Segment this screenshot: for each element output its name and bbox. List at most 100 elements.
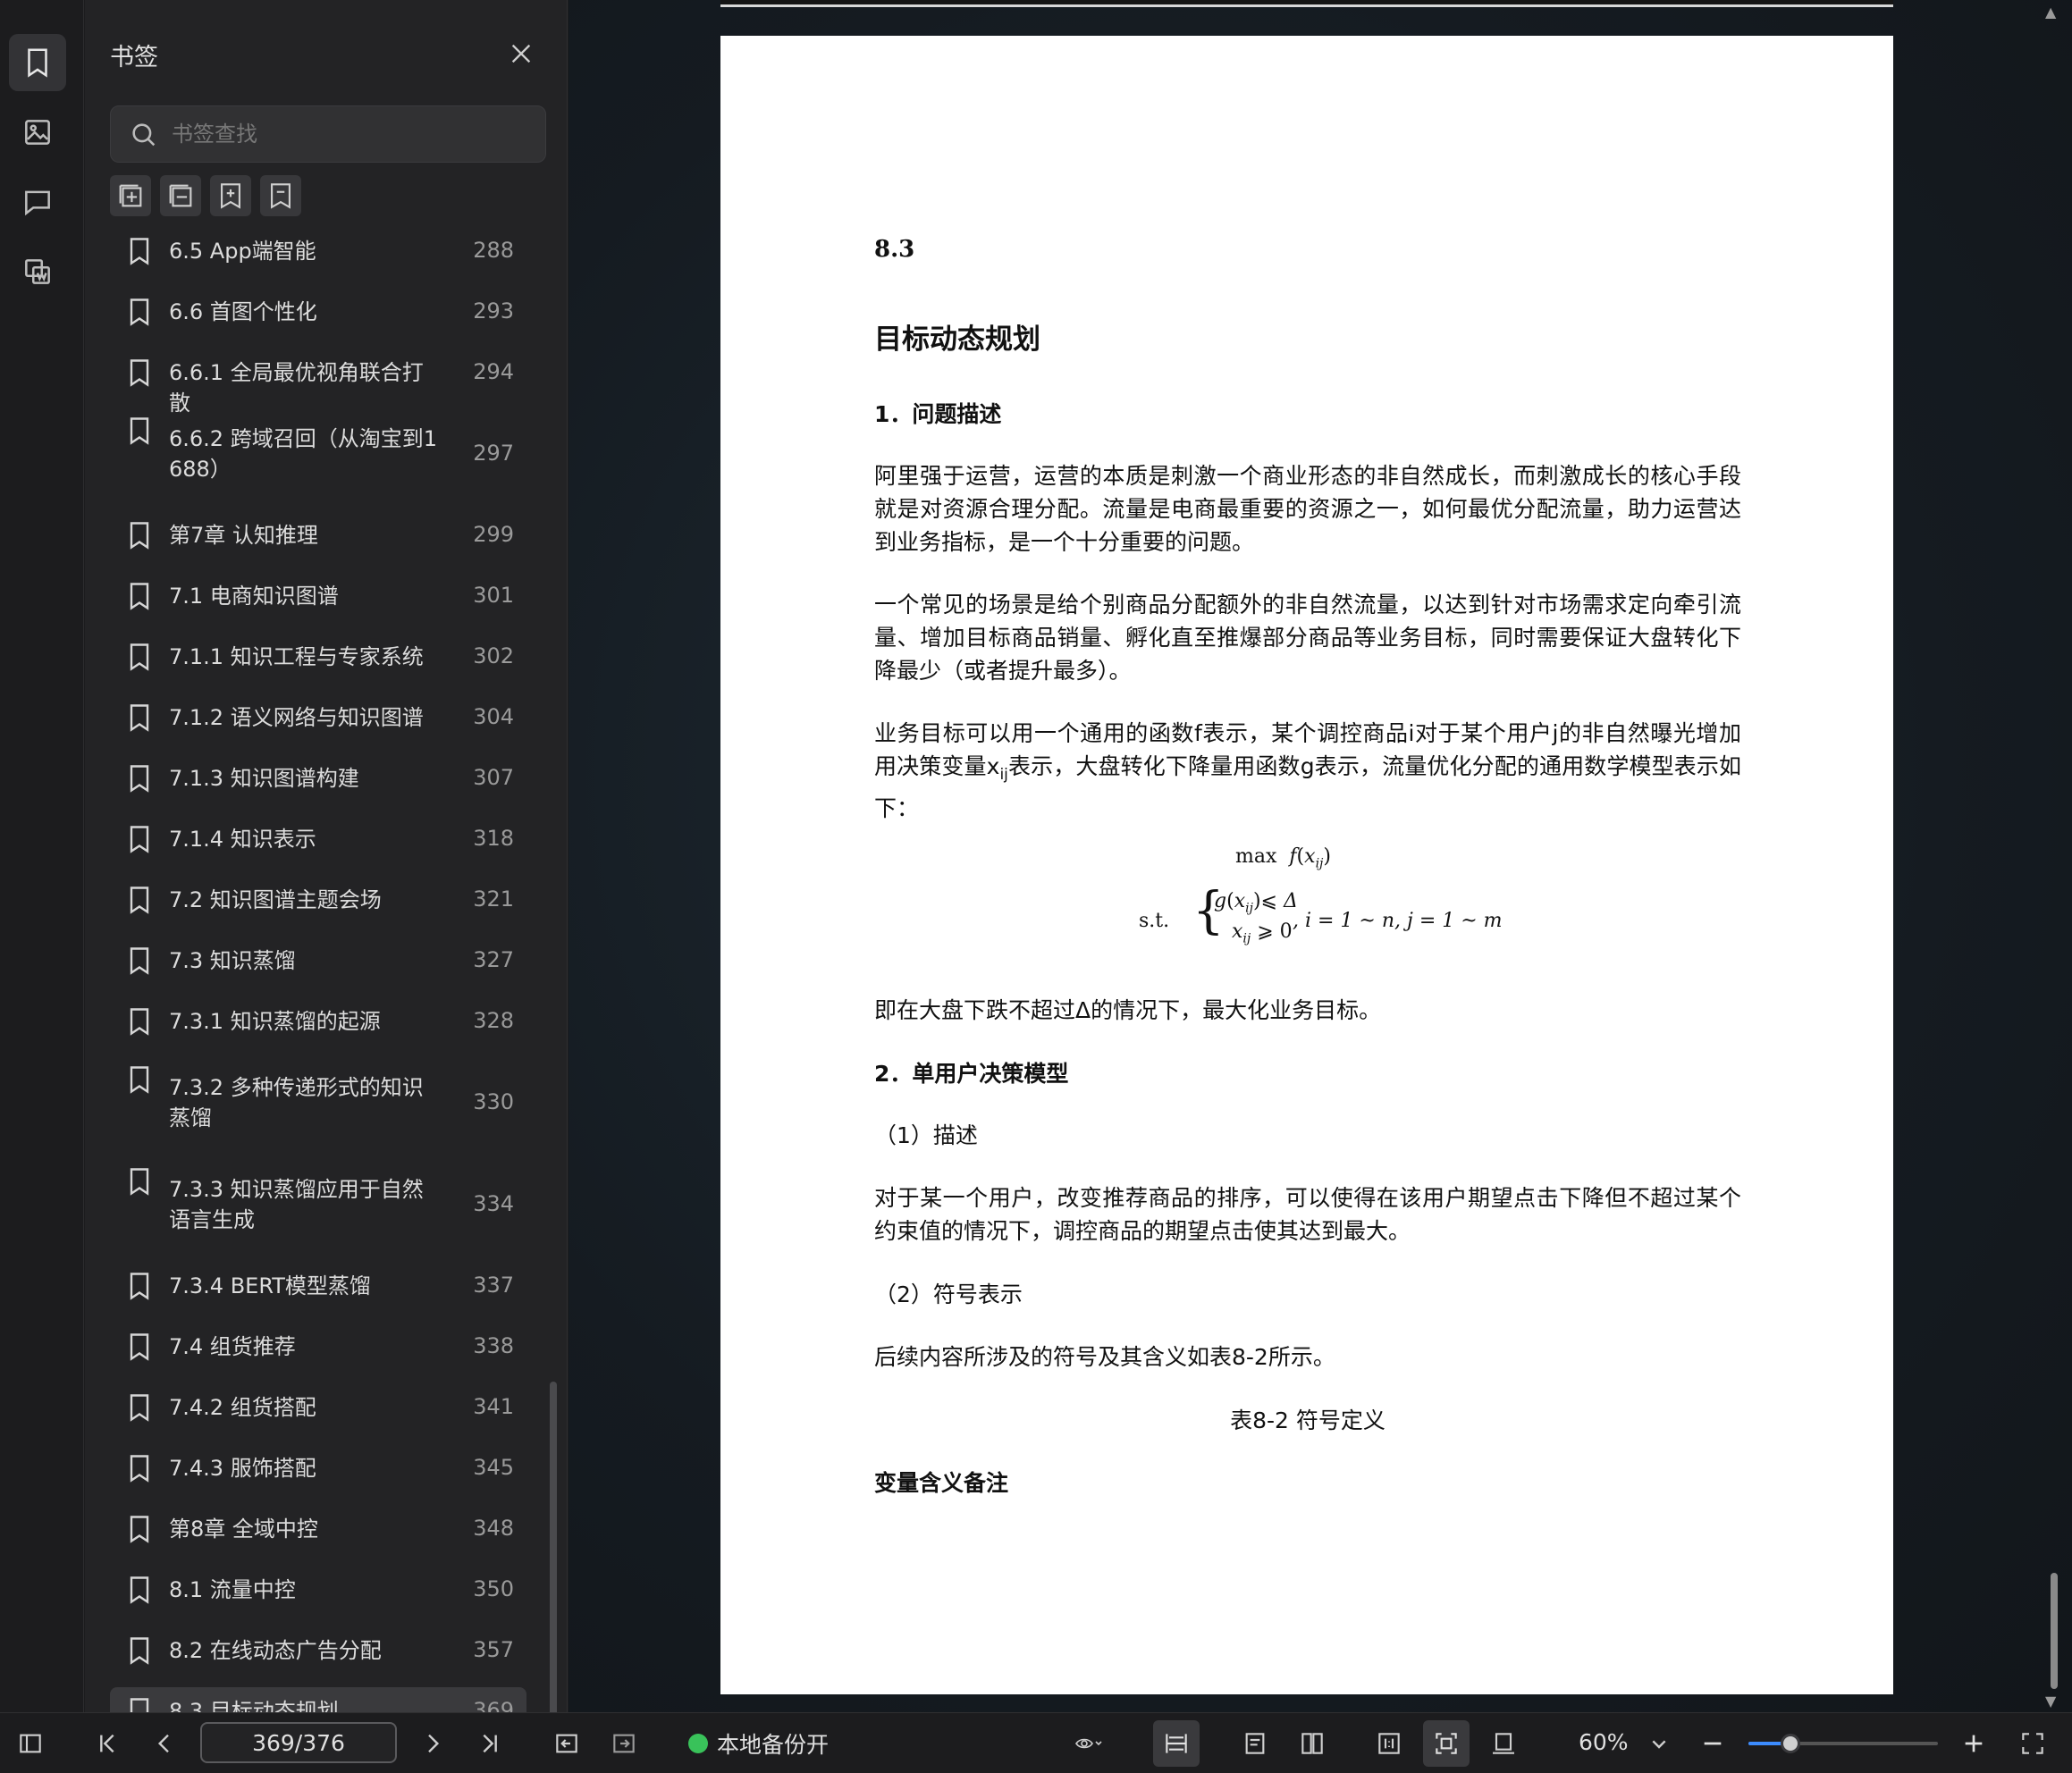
last-page-icon: [483, 1734, 497, 1753]
actual-size-button[interactable]: [1366, 1720, 1412, 1767]
zoom-level: 60%: [1579, 1729, 1629, 1755]
bookmark-item[interactable]: 第8章 全域中控 348: [110, 1505, 526, 1553]
bookmark-label: 7.1 电商知识图谱: [169, 584, 339, 609]
bookmark-icon: [130, 1066, 149, 1094]
bookmark-page-number: 341: [473, 1394, 514, 1419]
bookmark-label: 6.5 App端智能: [169, 239, 316, 264]
forward-button[interactable]: [601, 1720, 647, 1767]
bookmark-item[interactable]: 6.6 首图个性化 293: [110, 288, 526, 336]
viewer-scrollbar[interactable]: [2051, 1573, 2058, 1689]
bookmark-item[interactable]: 7.3.2 多种传递形式的知识蒸馏 330: [110, 1058, 526, 1147]
bookmark-item[interactable]: 8.1 流量中控 350: [110, 1566, 526, 1614]
bookmark-item[interactable]: 7.3 知识蒸馏 327: [110, 937, 526, 985]
chevron-down-icon: [1652, 1740, 1666, 1749]
page-number-input[interactable]: [200, 1722, 397, 1763]
zoom-slider-thumb[interactable]: [1780, 1734, 1800, 1753]
bookmark-item[interactable]: 7.4.2 组货搭配 341: [110, 1383, 526, 1432]
fit-page-button[interactable]: [1423, 1720, 1470, 1767]
formula-constraint-2: xij ⩾ 0: [1232, 920, 1293, 946]
chevron-left-icon: [157, 1734, 169, 1753]
bookmark-item[interactable]: 7.1.3 知识图谱构建 307: [110, 754, 526, 802]
zoom-out-button[interactable]: [1689, 1720, 1736, 1767]
bookmark-icon: [130, 1008, 149, 1036]
collapse-all-button[interactable]: [160, 175, 201, 216]
bookmark-item[interactable]: 7.4.3 服饰搭配 345: [110, 1444, 526, 1492]
bookmark-item[interactable]: 7.1.4 知识表示 318: [110, 815, 526, 863]
bottom-toolbar: 本地备份开 60%: [0, 1712, 2072, 1773]
list-item-2: （2）符号表示: [874, 1281, 1023, 1307]
bookmark-item[interactable]: 6.5 App端智能 288: [110, 227, 526, 275]
scroll-up-arrow[interactable]: ▲: [2045, 4, 2056, 21]
bookmark-item[interactable]: 第7章 认知推理 299: [110, 511, 526, 559]
bookmark-page-number: 301: [473, 583, 514, 608]
zoom-slider[interactable]: [1748, 1734, 1938, 1753]
bookmark-tab-button[interactable]: [9, 34, 66, 91]
list-item-1: （1）描述: [874, 1122, 978, 1148]
back-button[interactable]: [543, 1720, 590, 1767]
bookmark-item[interactable]: 7.4 组货推荐 338: [110, 1323, 526, 1371]
expand-all-button[interactable]: [110, 175, 151, 216]
bookmark-icon: [130, 583, 149, 610]
bookmark-label: 7.3.2 多种传递形式的知识蒸馏: [169, 1075, 424, 1130]
dual-page-button[interactable]: [1289, 1720, 1335, 1767]
bookmark-item[interactable]: 7.1.1 知识工程与专家系统 302: [110, 633, 526, 681]
bookmark-icon: [130, 1516, 149, 1543]
document-viewer[interactable]: 8.3 目标动态规划 1．问题描述 阿里强于运营，运营的本质是刺激一个商业形态的…: [569, 0, 2072, 1712]
bookmark-page-number: 321: [473, 886, 514, 912]
bookmark-item[interactable]: 7.3.4 BERT模型蒸馏 337: [110, 1262, 526, 1310]
bookmark-page-number: 330: [473, 1089, 514, 1114]
bookmark-item[interactable]: 7.3.1 知识蒸馏的起源 328: [110, 997, 526, 1046]
zoom-in-button[interactable]: [1950, 1720, 1997, 1767]
bookmark-remove-icon: [271, 183, 291, 209]
fit-width-button[interactable]: [1153, 1720, 1200, 1767]
comment-tab-button[interactable]: [9, 173, 66, 231]
bookmark-item[interactable]: 7.2 知识图谱主题会场 321: [110, 876, 526, 924]
bookmark-item[interactable]: 6.6.1 全局最优视角联合打散 294: [110, 349, 526, 416]
collapse-all-icon: [169, 184, 192, 207]
remove-bookmark-button[interactable]: [260, 175, 301, 216]
bookmark-item[interactable]: 7.1.2 语义网络与知识图谱 304: [110, 693, 526, 742]
bookmark-icon: [28, 48, 47, 78]
prev-page-button[interactable]: [141, 1720, 188, 1767]
bookmark-label: 第7章 认知推理: [169, 523, 318, 548]
expand-all-icon: [119, 184, 142, 207]
fit-width-icon: [1166, 1734, 1187, 1753]
panel-scrollbar[interactable]: [550, 1382, 557, 1721]
bookmark-search-input[interactable]: [172, 106, 529, 162]
fullscreen-button[interactable]: [2009, 1720, 2056, 1767]
bookmark-item[interactable]: 8.2 在线动态广告分配 357: [110, 1626, 526, 1675]
single-page-button[interactable]: [1232, 1720, 1278, 1767]
rotate-button[interactable]: [1480, 1720, 1527, 1767]
bookmark-icon: [130, 1168, 149, 1196]
bookmark-add-icon: [221, 183, 240, 209]
zoom-dropdown[interactable]: [1641, 1720, 1677, 1767]
bookmark-label: 7.1.4 知识表示: [169, 827, 316, 852]
bookmark-label: 6.6 首图个性化: [169, 299, 317, 324]
scroll-down-arrow[interactable]: ▼: [2045, 1693, 2056, 1710]
local-backup-toggle[interactable]: 本地备份开: [688, 1726, 829, 1761]
bookmark-label: 7.3.1 知识蒸馏的起源: [169, 1009, 381, 1034]
bookmark-panel: 书签 6.5 App端智能 288 6.6 首图个性化 293 6.6.1 全局最优视角…: [85, 0, 568, 1735]
toggle-sidebar-button[interactable]: [7, 1720, 54, 1767]
bookmark-icon: [130, 1576, 149, 1604]
bookmark-page-number: 288: [473, 238, 514, 263]
backup-label: 本地备份开: [717, 1732, 830, 1758]
ocr-tab-button[interactable]: [9, 243, 66, 300]
bookmark-icon: [130, 1394, 149, 1422]
bookmark-label: 7.2 知识图谱主题会场: [169, 887, 382, 912]
bookmark-item[interactable]: 7.3.3 知识蒸馏应用于自然语言生成 334: [110, 1160, 526, 1249]
add-bookmark-button[interactable]: [210, 175, 251, 216]
last-page-button[interactable]: [467, 1720, 513, 1767]
thumbnail-tab-button[interactable]: [9, 104, 66, 161]
close-icon[interactable]: [507, 39, 535, 68]
next-page-button[interactable]: [409, 1720, 456, 1767]
bookmark-search-box[interactable]: [110, 105, 546, 163]
bookmark-icon: [130, 238, 149, 265]
view-mode-dropdown[interactable]: [1060, 1720, 1117, 1767]
bookmark-item[interactable]: 6.6.2 跨域召回（从淘宝到1688） 297: [110, 409, 526, 499]
first-page-button[interactable]: [84, 1720, 131, 1767]
bookmark-item[interactable]: 7.1 电商知识图谱 301: [110, 572, 526, 620]
bookmark-icon: [130, 298, 149, 326]
bookmark-label: 第8章 全域中控: [169, 1517, 318, 1542]
bookmark-list: 6.5 App端智能 288 6.6 首图个性化 293 6.6.1 全局最优视角联合打…: [110, 231, 526, 1735]
